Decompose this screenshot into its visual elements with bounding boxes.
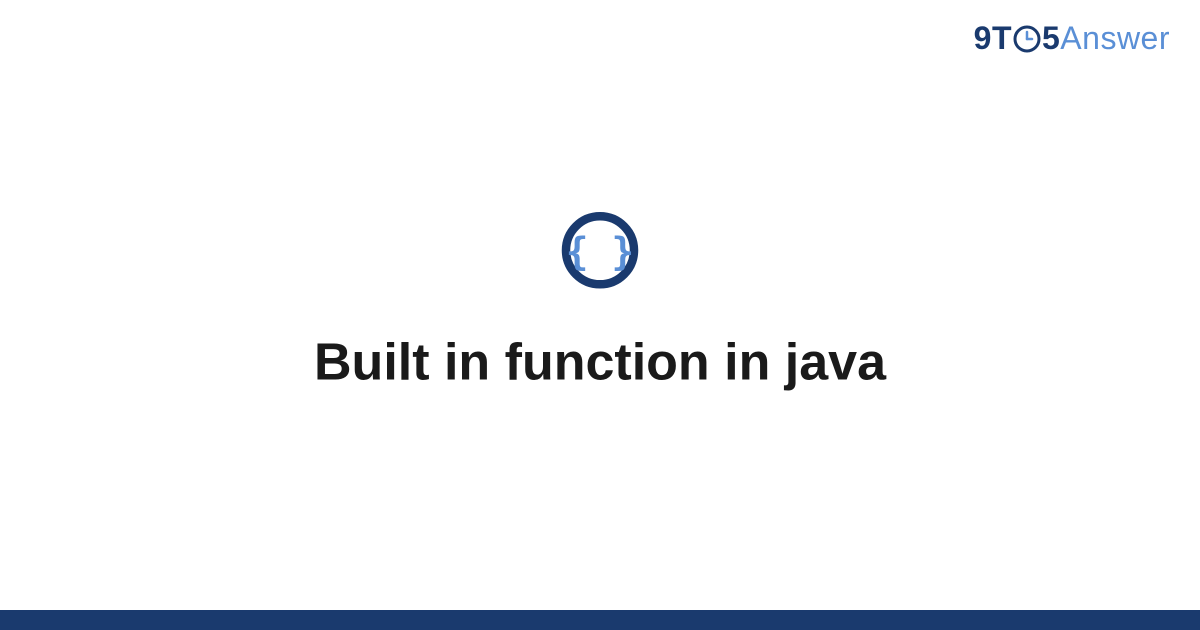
page-title: Built in function in java bbox=[314, 332, 886, 394]
code-braces-icon: { } bbox=[560, 211, 640, 296]
footer-bar bbox=[0, 610, 1200, 630]
brand-clock-o-icon bbox=[1013, 25, 1041, 53]
brand-text-5: 5 bbox=[1042, 20, 1060, 57]
svg-text:{ }: { } bbox=[566, 230, 635, 274]
brand-text-9t: 9T bbox=[974, 20, 1012, 57]
brand-text-answer: Answer bbox=[1060, 20, 1170, 57]
brand-logo: 9T 5 Answer bbox=[974, 20, 1170, 57]
main-content: { } Built in function in java bbox=[0, 211, 1200, 394]
